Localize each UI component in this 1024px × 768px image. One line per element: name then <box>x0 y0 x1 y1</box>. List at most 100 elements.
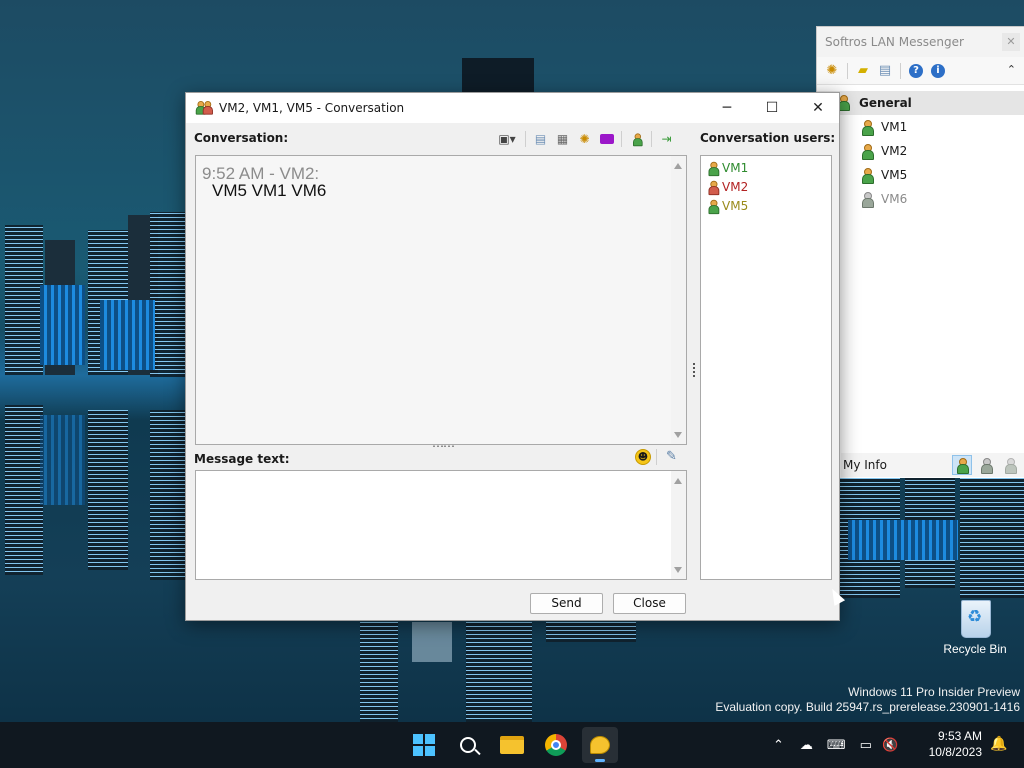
save-log-icon[interactable]: ▦ <box>553 130 572 149</box>
participant-name: VM1 <box>722 160 749 175</box>
send-button[interactable]: Send <box>530 593 603 614</box>
participant-vm1[interactable]: VM1 <box>707 158 748 177</box>
recycle-bin-icon <box>958 596 992 638</box>
input-scrollbar[interactable] <box>671 471 686 579</box>
status-online-icon[interactable] <box>952 455 972 475</box>
conversation-users-label: Conversation users: <box>700 131 836 145</box>
softros-messenger-taskbar-button[interactable] <box>582 727 618 763</box>
settings-gear-icon[interactable]: ✺ <box>823 62 841 80</box>
file-explorer-icon <box>500 736 524 754</box>
messenger-toolbar: ✺ ▰ ▤ ? i ⌃ <box>817 57 1024 85</box>
recycle-bin[interactable]: Recycle Bin <box>940 596 1010 656</box>
vertical-splitter-grip[interactable] <box>693 363 696 379</box>
format-text-icon[interactable]: ✎ <box>666 449 677 464</box>
settings-gear-icon[interactable]: ✺ <box>575 130 594 149</box>
network-icon[interactable]: ▭ <box>860 738 872 753</box>
video-call-icon[interactable] <box>597 130 616 149</box>
status-away-icon[interactable] <box>976 455 996 475</box>
minimize-button[interactable]: ─ <box>704 93 750 123</box>
group-label: General <box>859 96 912 110</box>
watermark-line-1: Windows 11 Pro Insider Preview <box>848 685 1020 699</box>
search-icon <box>460 737 481 756</box>
user-online-icon <box>861 120 874 136</box>
contact-name: VM6 <box>881 192 908 206</box>
recycle-bin-label: Recycle Bin <box>943 642 1007 656</box>
windows-logo-icon <box>413 734 435 756</box>
conversation-toolbar: ▣▾ ▤ ▦ ✺ ⇥ <box>494 129 676 149</box>
chrome-icon <box>545 734 567 756</box>
user-online-icon <box>861 144 874 160</box>
notification-bell-icon[interactable]: 🔔 <box>990 736 1007 752</box>
windows-watermark: Windows 11 Pro Insider Preview Evaluatio… <box>715 685 1020 715</box>
messenger-title: Softros LAN Messenger <box>825 35 964 49</box>
user-offline-icon <box>861 192 874 208</box>
group-general[interactable]: General <box>817 91 1024 115</box>
message-body: VM5 VM1 VM6 <box>212 181 327 200</box>
conversation-history[interactable]: 9:52 AM - VM2: VM5 VM1 VM6 <box>195 155 687 445</box>
conversation-window-title: VM2, VM1, VM5 - Conversation <box>219 101 405 115</box>
search-button[interactable] <box>450 727 486 763</box>
messenger-main-window: Softros LAN Messenger ✕ ✺ ▰ ▤ ? i ⌃ Gene… <box>816 26 1024 478</box>
contact-name: VM1 <box>881 120 908 134</box>
user-online-icon <box>708 161 720 176</box>
contact-vm6[interactable]: VM6 <box>817 187 1024 211</box>
clear-history-dropdown-icon[interactable]: ▣▾ <box>494 130 520 149</box>
folder-icon[interactable]: ▰ <box>854 62 872 80</box>
chrome-button[interactable] <box>538 727 574 763</box>
history-scrollbar[interactable] <box>671 156 686 444</box>
contact-vm1[interactable]: VM1 <box>817 115 1024 139</box>
scroll-up-arrow-icon[interactable] <box>674 163 682 169</box>
watermark-line-2: Evaluation copy. Build 25947.rs_prerelea… <box>715 700 1020 714</box>
scroll-down-arrow-icon[interactable] <box>674 567 682 573</box>
start-button[interactable] <box>406 727 442 763</box>
conversation-titlebar: VM2, VM1, VM5 - Conversation ─ ☐ ✕ <box>186 93 839 123</box>
close-button[interactable]: Close <box>613 593 686 614</box>
info-icon[interactable]: i <box>929 62 947 80</box>
user-online-icon <box>708 180 720 195</box>
splitter-grip[interactable]: ⋯⋯ <box>432 439 455 453</box>
message-text-label: Message text: <box>194 452 290 466</box>
history-icon[interactable]: ▤ <box>531 130 550 149</box>
taskbar: ⌃ ☁ ⌨ ▭ 🔇 9:53 AM 10/8/2023 🔔 <box>0 722 1024 768</box>
messenger-close-button[interactable]: ✕ <box>1002 33 1020 51</box>
contact-name: VM5 <box>881 168 908 182</box>
my-info-label[interactable]: My Info <box>843 458 887 472</box>
close-window-button[interactable]: ✕ <box>795 93 841 123</box>
help-icon[interactable]: ? <box>907 62 925 80</box>
clock-time: 9:53 AM <box>937 729 982 743</box>
add-user-icon[interactable] <box>627 130 646 149</box>
softros-messenger-icon <box>590 736 610 754</box>
keyboard-icon[interactable]: ⌨ <box>827 738 846 753</box>
conversation-window: VM2, VM1, VM5 - Conversation ─ ☐ ✕ Conve… <box>185 92 840 621</box>
contact-name: VM2 <box>881 144 908 158</box>
contact-vm2[interactable]: VM2 <box>817 139 1024 163</box>
scroll-up-arrow-icon[interactable] <box>674 478 682 484</box>
onedrive-icon[interactable]: ☁ <box>800 738 813 753</box>
messenger-titlebar: Softros LAN Messenger ✕ <box>817 27 1024 57</box>
chevron-up-icon[interactable]: ⌃ <box>1007 63 1016 76</box>
message-input[interactable] <box>195 470 687 580</box>
conversation-users-list: VM1 VM2 VM5 <box>700 155 832 580</box>
user-online-icon <box>708 199 720 214</box>
participant-name: VM5 <box>722 198 749 213</box>
scroll-down-arrow-icon[interactable] <box>674 432 682 438</box>
user-online-icon <box>861 168 874 184</box>
conversation-label: Conversation: <box>194 131 289 145</box>
history-book-icon[interactable]: ▤ <box>876 62 894 80</box>
send-file-icon[interactable]: ⇥ <box>657 130 676 149</box>
maximize-button[interactable]: ☐ <box>749 93 795 123</box>
conversation-app-icon <box>194 100 213 117</box>
clock[interactable]: 9:53 AM 10/8/2023 <box>922 728 982 760</box>
my-info-bar: My Info <box>841 453 1024 477</box>
volume-muted-icon[interactable]: 🔇 <box>882 738 898 753</box>
participant-name: VM2 <box>722 179 749 194</box>
participant-vm5[interactable]: VM5 <box>707 196 748 215</box>
file-explorer-button[interactable] <box>494 727 530 763</box>
emoji-smiley-icon[interactable]: ☻ <box>635 449 651 465</box>
participant-vm2[interactable]: VM2 <box>707 177 748 196</box>
chevron-up-icon[interactable]: ⌃ <box>773 738 784 753</box>
clock-date: 10/8/2023 <box>928 745 982 759</box>
system-tray: ⌃ ☁ ⌨ ▭ 🔇 <box>773 722 898 768</box>
status-offline-icon[interactable] <box>1000 455 1020 475</box>
contact-vm5[interactable]: VM5 <box>817 163 1024 187</box>
